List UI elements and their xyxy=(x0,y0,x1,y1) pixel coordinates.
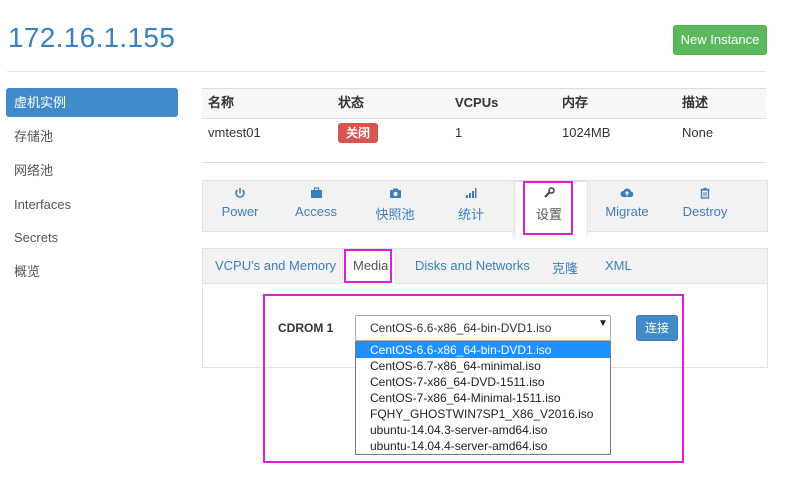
action-snapshots[interactable]: 快照池 xyxy=(357,186,433,223)
page-title: 172.16.1.155 xyxy=(8,22,176,53)
status-badge: 关闭 xyxy=(338,123,378,143)
camera-icon xyxy=(357,186,433,204)
action-access-label: Access xyxy=(295,204,337,219)
cell-memory: 1024MB xyxy=(562,125,611,140)
action-power-label: Power xyxy=(221,204,259,219)
highlight-media xyxy=(344,249,392,283)
tab-xml[interactable]: XML xyxy=(605,258,632,273)
col-header-vcpus: VCPUs xyxy=(455,95,499,110)
cell-description: None xyxy=(682,125,714,140)
tab-clone[interactable]: 克隆 xyxy=(552,258,578,277)
sidebar-item-networks[interactable]: 网络池 xyxy=(6,156,178,185)
divider xyxy=(7,71,766,72)
sidebar-item-interfaces[interactable]: Interfaces xyxy=(6,190,178,219)
action-snapshots-label: 快照池 xyxy=(375,207,415,222)
col-header-memory: 内存 xyxy=(562,95,589,110)
action-migrate[interactable]: Migrate xyxy=(589,186,665,219)
cell-vcpus: 1 xyxy=(455,125,463,140)
highlight-settings xyxy=(523,181,573,235)
bar-chart-icon xyxy=(433,186,509,204)
action-migrate-label: Migrate xyxy=(605,204,649,219)
sidebar-item-secrets[interactable]: Secrets xyxy=(6,223,178,252)
col-header-description: 描述 xyxy=(682,95,709,110)
power-icon xyxy=(202,186,278,204)
sidebar-item-instances[interactable]: 虚机实例 xyxy=(6,88,178,117)
new-instance-button[interactable]: New Instance xyxy=(673,25,767,55)
sidebar-item-storage[interactable]: 存储池 xyxy=(6,122,178,151)
tab-disks-networks[interactable]: Disks and Networks xyxy=(415,258,530,273)
trash-icon xyxy=(667,186,743,204)
action-stats[interactable]: 统计 xyxy=(433,186,509,223)
table-divider xyxy=(202,162,766,163)
sidebar-item-overview[interactable]: 概览 xyxy=(6,257,178,286)
action-access[interactable]: Access xyxy=(278,186,354,219)
briefcase-icon xyxy=(278,186,354,204)
col-header-status: 状态 xyxy=(338,95,365,110)
tab-vcpu-memory[interactable]: VCPU's and Memory xyxy=(215,258,336,273)
action-destroy[interactable]: Destroy xyxy=(667,186,743,219)
cell-name[interactable]: vmtest01 xyxy=(208,119,261,147)
action-stats-label: 统计 xyxy=(457,207,484,222)
col-header-name: 名称 xyxy=(208,95,235,110)
action-destroy-label: Destroy xyxy=(682,204,728,219)
action-power[interactable]: Power xyxy=(202,186,278,219)
highlight-cdrom xyxy=(263,294,684,463)
cloud-upload-icon xyxy=(589,186,665,204)
